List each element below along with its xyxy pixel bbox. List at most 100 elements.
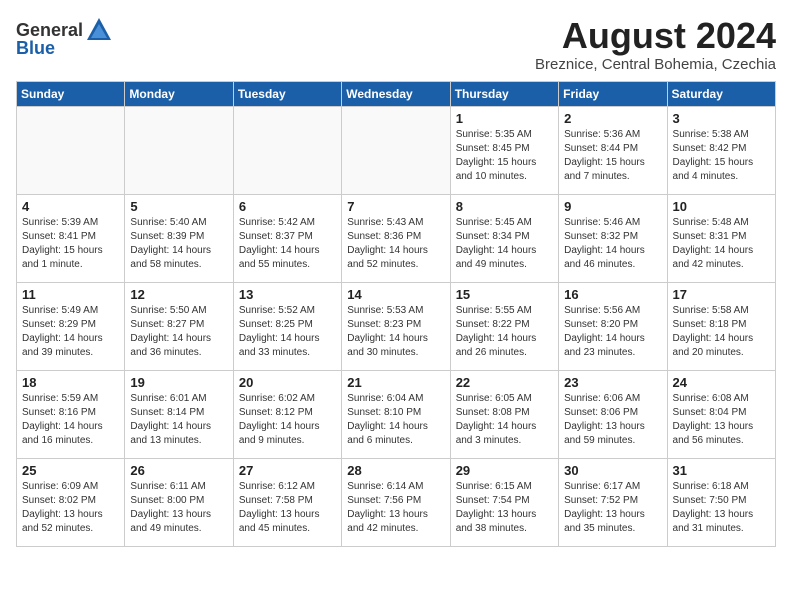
cell-info: Sunrise: 6:09 AM Sunset: 8:02 PM Dayligh… xyxy=(22,480,119,536)
calendar-cell: 5 Sunrise: 5:40 AM Sunset: 8:39 PM Daylig… xyxy=(125,194,233,282)
day-number: 20 xyxy=(239,375,336,390)
page-header: General Blue August 2024 Breznice, Centr… xyxy=(16,16,776,73)
day-header-friday: Friday xyxy=(559,81,667,106)
week-row-1: 1 Sunrise: 5:35 AM Sunset: 8:45 PM Daylig… xyxy=(17,106,776,194)
day-number: 3 xyxy=(673,111,770,126)
cell-info: Sunrise: 5:53 AM Sunset: 8:23 PM Dayligh… xyxy=(347,304,444,360)
day-number: 13 xyxy=(239,287,336,302)
day-number: 10 xyxy=(673,199,770,214)
cell-info: Sunrise: 6:05 AM Sunset: 8:08 PM Dayligh… xyxy=(456,392,553,448)
calendar-cell: 12 Sunrise: 5:50 AM Sunset: 8:27 PM Dayli… xyxy=(125,282,233,370)
day-number: 21 xyxy=(347,375,444,390)
day-number: 19 xyxy=(130,375,227,390)
cell-info: Sunrise: 5:55 AM Sunset: 8:22 PM Dayligh… xyxy=(456,304,553,360)
day-number: 25 xyxy=(22,463,119,478)
calendar-cell: 21 Sunrise: 6:04 AM Sunset: 8:10 PM Dayli… xyxy=(342,370,450,458)
calendar-cell: 31Sunrise: 6:18 AM Sunset: 7:50 PM Dayli… xyxy=(667,458,775,546)
calendar-cell xyxy=(233,106,341,194)
calendar-cell: 28 Sunrise: 6:14 AM Sunset: 7:56 PM Dayli… xyxy=(342,458,450,546)
cell-info: Sunrise: 5:42 AM Sunset: 8:37 PM Dayligh… xyxy=(239,216,336,272)
days-header-row: SundayMondayTuesdayWednesdayThursdayFrid… xyxy=(17,81,776,106)
cell-info: Sunrise: 6:02 AM Sunset: 8:12 PM Dayligh… xyxy=(239,392,336,448)
cell-info: Sunrise: 6:08 AM Sunset: 8:04 PM Dayligh… xyxy=(673,392,770,448)
calendar-cell: 13 Sunrise: 5:52 AM Sunset: 8:25 PM Dayli… xyxy=(233,282,341,370)
cell-info: Sunrise: 6:12 AM Sunset: 7:58 PM Dayligh… xyxy=(239,480,336,536)
day-number: 27 xyxy=(239,463,336,478)
day-header-monday: Monday xyxy=(125,81,233,106)
calendar-cell: 6 Sunrise: 5:42 AM Sunset: 8:37 PM Daylig… xyxy=(233,194,341,282)
calendar-cell: 15 Sunrise: 5:55 AM Sunset: 8:22 PM Dayli… xyxy=(450,282,558,370)
week-row-4: 18Sunrise: 5:59 AM Sunset: 8:16 PM Dayli… xyxy=(17,370,776,458)
day-header-sunday: Sunday xyxy=(17,81,125,106)
logo-icon xyxy=(85,16,113,44)
day-number: 31 xyxy=(673,463,770,478)
cell-info: Sunrise: 5:49 AM Sunset: 8:29 PM Dayligh… xyxy=(22,304,119,360)
calendar-cell: 1 Sunrise: 5:35 AM Sunset: 8:45 PM Daylig… xyxy=(450,106,558,194)
location: Breznice, Central Bohemia, Czechia xyxy=(535,56,776,73)
cell-info: Sunrise: 5:43 AM Sunset: 8:36 PM Dayligh… xyxy=(347,216,444,272)
day-number: 26 xyxy=(130,463,227,478)
cell-info: Sunrise: 6:06 AM Sunset: 8:06 PM Dayligh… xyxy=(564,392,661,448)
calendar-cell: 20 Sunrise: 6:02 AM Sunset: 8:12 PM Dayli… xyxy=(233,370,341,458)
calendar-cell xyxy=(125,106,233,194)
day-number: 11 xyxy=(22,287,119,302)
week-row-2: 4 Sunrise: 5:39 AM Sunset: 8:41 PM Daylig… xyxy=(17,194,776,282)
calendar-cell: 4 Sunrise: 5:39 AM Sunset: 8:41 PM Daylig… xyxy=(17,194,125,282)
calendar-cell: 14 Sunrise: 5:53 AM Sunset: 8:23 PM Dayli… xyxy=(342,282,450,370)
day-number: 23 xyxy=(564,375,661,390)
calendar-cell: 23 Sunrise: 6:06 AM Sunset: 8:06 PM Dayli… xyxy=(559,370,667,458)
cell-info: Sunrise: 5:45 AM Sunset: 8:34 PM Dayligh… xyxy=(456,216,553,272)
day-number: 6 xyxy=(239,199,336,214)
cell-info: Sunrise: 5:39 AM Sunset: 8:41 PM Dayligh… xyxy=(22,216,119,272)
calendar-table: SundayMondayTuesdayWednesdayThursdayFrid… xyxy=(16,81,776,547)
cell-info: Sunrise: 6:04 AM Sunset: 8:10 PM Dayligh… xyxy=(347,392,444,448)
calendar-cell: 3 Sunrise: 5:38 AM Sunset: 8:42 PM Daylig… xyxy=(667,106,775,194)
day-number: 28 xyxy=(347,463,444,478)
day-number: 14 xyxy=(347,287,444,302)
cell-info: Sunrise: 6:15 AM Sunset: 7:54 PM Dayligh… xyxy=(456,480,553,536)
calendar-cell: 24 Sunrise: 6:08 AM Sunset: 8:04 PM Dayli… xyxy=(667,370,775,458)
cell-info: Sunrise: 5:35 AM Sunset: 8:45 PM Dayligh… xyxy=(456,128,553,184)
calendar-cell: 19 Sunrise: 6:01 AM Sunset: 8:14 PM Dayli… xyxy=(125,370,233,458)
cell-info: Sunrise: 5:52 AM Sunset: 8:25 PM Dayligh… xyxy=(239,304,336,360)
calendar-cell: 30Sunrise: 6:17 AM Sunset: 7:52 PM Dayli… xyxy=(559,458,667,546)
calendar-cell: 29Sunrise: 6:15 AM Sunset: 7:54 PM Dayli… xyxy=(450,458,558,546)
week-row-3: 11 Sunrise: 5:49 AM Sunset: 8:29 PM Dayli… xyxy=(17,282,776,370)
day-number: 30 xyxy=(564,463,661,478)
cell-info: Sunrise: 5:58 AM Sunset: 8:18 PM Dayligh… xyxy=(673,304,770,360)
calendar-cell: 17 Sunrise: 5:58 AM Sunset: 8:18 PM Dayli… xyxy=(667,282,775,370)
day-number: 15 xyxy=(456,287,553,302)
calendar-cell: 10 Sunrise: 5:48 AM Sunset: 8:31 PM Dayli… xyxy=(667,194,775,282)
title-block: August 2024 Breznice, Central Bohemia, C… xyxy=(535,16,776,73)
day-number: 12 xyxy=(130,287,227,302)
calendar-cell: 9Sunrise: 5:46 AM Sunset: 8:32 PM Daylig… xyxy=(559,194,667,282)
cell-info: Sunrise: 5:50 AM Sunset: 8:27 PM Dayligh… xyxy=(130,304,227,360)
calendar-cell: 26Sunrise: 6:11 AM Sunset: 8:00 PM Dayli… xyxy=(125,458,233,546)
day-header-tuesday: Tuesday xyxy=(233,81,341,106)
day-number: 17 xyxy=(673,287,770,302)
day-number: 1 xyxy=(456,111,553,126)
day-number: 22 xyxy=(456,375,553,390)
calendar-cell: 8 Sunrise: 5:45 AM Sunset: 8:34 PM Daylig… xyxy=(450,194,558,282)
cell-info: Sunrise: 5:48 AM Sunset: 8:31 PM Dayligh… xyxy=(673,216,770,272)
calendar-cell: 27 Sunrise: 6:12 AM Sunset: 7:58 PM Dayli… xyxy=(233,458,341,546)
day-number: 16 xyxy=(564,287,661,302)
day-number: 18 xyxy=(22,375,119,390)
month-year: August 2024 xyxy=(535,16,776,56)
calendar-cell: 11 Sunrise: 5:49 AM Sunset: 8:29 PM Dayli… xyxy=(17,282,125,370)
day-number: 8 xyxy=(456,199,553,214)
day-number: 7 xyxy=(347,199,444,214)
week-row-5: 25 Sunrise: 6:09 AM Sunset: 8:02 PM Dayli… xyxy=(17,458,776,546)
day-header-thursday: Thursday xyxy=(450,81,558,106)
calendar-cell: 25 Sunrise: 6:09 AM Sunset: 8:02 PM Dayli… xyxy=(17,458,125,546)
day-number: 5 xyxy=(130,199,227,214)
cell-info: Sunrise: 5:38 AM Sunset: 8:42 PM Dayligh… xyxy=(673,128,770,184)
cell-info: Sunrise: 6:14 AM Sunset: 7:56 PM Dayligh… xyxy=(347,480,444,536)
day-number: 4 xyxy=(22,199,119,214)
cell-info: Sunrise: 6:01 AM Sunset: 8:14 PM Dayligh… xyxy=(130,392,227,448)
day-number: 24 xyxy=(673,375,770,390)
day-number: 9 xyxy=(564,199,661,214)
calendar-cell: 2Sunrise: 5:36 AM Sunset: 8:44 PM Daylig… xyxy=(559,106,667,194)
calendar-cell: 18Sunrise: 5:59 AM Sunset: 8:16 PM Dayli… xyxy=(17,370,125,458)
cell-info: Sunrise: 5:40 AM Sunset: 8:39 PM Dayligh… xyxy=(130,216,227,272)
